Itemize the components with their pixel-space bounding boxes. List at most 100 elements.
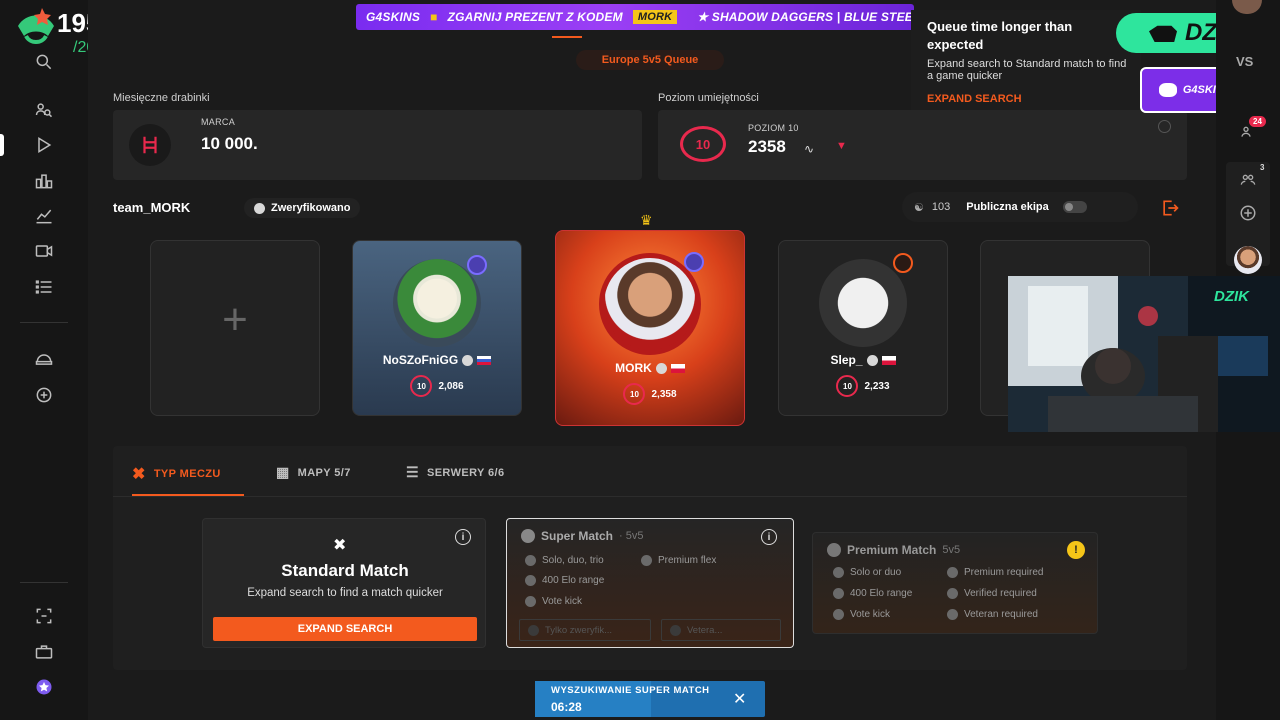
level-badge: 10 [836, 375, 859, 397]
wolf-icon [1158, 83, 1177, 97]
tab-match-type[interactable]: ✖ TYP MECZU [132, 464, 221, 484]
queue-badge: Europe 5v5 Queue [576, 50, 724, 70]
public-party-label: Publiczna ekipa [966, 201, 1049, 213]
warning-icon[interactable]: ! [1067, 541, 1085, 559]
expand-search-button[interactable]: EXPAND SEARCH [213, 617, 477, 641]
gift-icon: ■ [430, 10, 438, 24]
tabs-divider [113, 496, 1187, 497]
info-icon[interactable]: i [455, 529, 471, 545]
level-badge: 10 [623, 383, 646, 405]
player-avatar [393, 255, 487, 347]
party-icon[interactable] [1238, 172, 1258, 193]
player-elo-row: 10 2,358 [623, 383, 677, 405]
premium-match-card[interactable]: Premium Match 5v5 ! Solo or duo Premium … [812, 532, 1098, 634]
skill-level-label: Poziom umiejętności [658, 92, 759, 104]
player-name: NoSZoFniGG [382, 353, 459, 367]
flag-icon [670, 363, 685, 373]
player-elo: 2,086 [438, 380, 464, 392]
feature: Premium required [947, 567, 1043, 578]
feature: 400 Elo range [833, 588, 912, 599]
player-elo-row: 10 2,233 [836, 375, 890, 397]
super-match-card[interactable]: Super Match · 5v5 i Solo, duo, trio Prem… [506, 518, 794, 648]
player-name-row: NoSZoFniGG [382, 353, 492, 367]
user-avatar[interactable] [1232, 0, 1262, 14]
tab-servers[interactable]: ☰ SERWERY 6/6 [406, 464, 505, 481]
player-card[interactable]: Slep_ 10 2,233 [778, 240, 948, 416]
play-icon[interactable] [30, 131, 58, 159]
veteran-filter[interactable]: Vetera... [661, 619, 781, 641]
bolt-icon [521, 529, 535, 543]
chevron-down-icon[interactable]: ▼ [836, 140, 847, 152]
map-icon: ▦ [276, 464, 290, 480]
verified-badge: Zweryfikowano [244, 198, 361, 218]
elo-range-icon [525, 575, 536, 586]
verified-only-filter[interactable]: Tylko zweryfik... [519, 619, 651, 641]
monthly-ladder-label: Miesięczne drabinki [113, 92, 210, 104]
elo-range-icon [833, 588, 844, 599]
left-sidebar [0, 0, 88, 720]
star-badge-icon [467, 255, 487, 275]
scan-icon[interactable] [30, 602, 58, 630]
add-friend-icon[interactable] [1239, 204, 1257, 227]
verified-icon [254, 202, 265, 214]
vs-label[interactable]: VS [1236, 54, 1253, 69]
player-card[interactable]: NoSZoFniGG 10 2,086 [352, 240, 522, 416]
crown-icon: ♛ [640, 212, 653, 228]
notification-expand-link[interactable]: EXPAND SEARCH [927, 93, 1125, 105]
verified-icon [947, 588, 958, 599]
monthly-ladder-card[interactable]: MARCA 10 000. [113, 110, 642, 180]
info-icon[interactable] [1158, 120, 1171, 133]
feature-label: Solo or duo [850, 567, 902, 578]
list-icon[interactable] [30, 273, 58, 301]
search-icon[interactable] [30, 48, 58, 76]
flag-icon [477, 355, 492, 365]
super-match-header: Super Match · 5v5 [521, 529, 643, 543]
premium-star-icon[interactable] [30, 673, 58, 701]
server-icon: ☰ [406, 464, 419, 480]
cancel-search-icon[interactable]: ✕ [733, 689, 746, 709]
video-icon[interactable] [30, 237, 58, 265]
tab-label: TYP MECZU [153, 468, 221, 480]
active-tab-underline [132, 494, 244, 496]
player-name: MORK [615, 361, 652, 375]
webcam-dzik-sign: DZIK [1214, 288, 1249, 305]
verified-label: Zweryfikowano [271, 202, 351, 214]
add-circle-icon[interactable] [30, 381, 58, 409]
banner-code: MORK [632, 10, 678, 24]
feature-label: Veteran required [964, 609, 1038, 620]
feature: Vote kick [525, 596, 582, 607]
skill-level-card[interactable]: 10 POZIOM 10 2358 ∿ ▼ [658, 110, 1187, 180]
stats-icon[interactable] [30, 202, 58, 230]
search-status-bar: WYSZUKIWANIE SUPER MATCH 06:28 ✕ [535, 681, 765, 717]
player-card-leader[interactable]: MORK 10 2,358 [555, 230, 745, 426]
crossed-swords-icon: ✖ [333, 537, 347, 554]
party-member-avatar[interactable] [1234, 246, 1262, 274]
leave-party-icon[interactable] [1160, 198, 1180, 223]
standard-match-card[interactable]: ✖ i Standard Match Expand search to find… [202, 518, 486, 648]
info-icon[interactable]: i [761, 529, 777, 545]
find-players-icon[interactable] [30, 96, 58, 124]
sidebar-divider [20, 582, 68, 583]
streamer-webcam: DZIK [1008, 276, 1280, 432]
add-player-slot[interactable]: + [150, 240, 320, 416]
verified-icon [655, 362, 667, 374]
members-icon: ☯ [914, 201, 924, 214]
feature: Verified required [947, 588, 1037, 599]
feature-label: 400 Elo range [850, 588, 913, 599]
team-name: team_MORK [113, 200, 191, 215]
party-settings: ☯ 103 Publiczna ekipa [902, 192, 1138, 222]
standard-match-title: Standard Match [281, 561, 409, 580]
club-icon[interactable] [30, 346, 58, 374]
queue-notification: Queue time longer than expected Expand s… [911, 10, 1141, 110]
feature: 400 Elo range [525, 575, 604, 586]
public-party-toggle[interactable] [1062, 201, 1087, 213]
feature: Vote kick [833, 609, 890, 620]
standard-match-subtitle: Expand search to find a match quicker [247, 587, 443, 599]
feature-label: Solo, duo, trio [542, 555, 604, 566]
premium-match-header: Premium Match 5v5 [827, 543, 960, 557]
rankings-icon[interactable] [30, 167, 58, 195]
feature-label: Premium flex [658, 555, 717, 566]
promo-banner[interactable]: G4SKINS ■ ZGARNIJ PREZENT Z KODEM MORK ★… [356, 4, 914, 30]
briefcase-icon[interactable] [30, 638, 58, 666]
tab-maps[interactable]: ▦ MAPY 5/7 [276, 464, 351, 481]
